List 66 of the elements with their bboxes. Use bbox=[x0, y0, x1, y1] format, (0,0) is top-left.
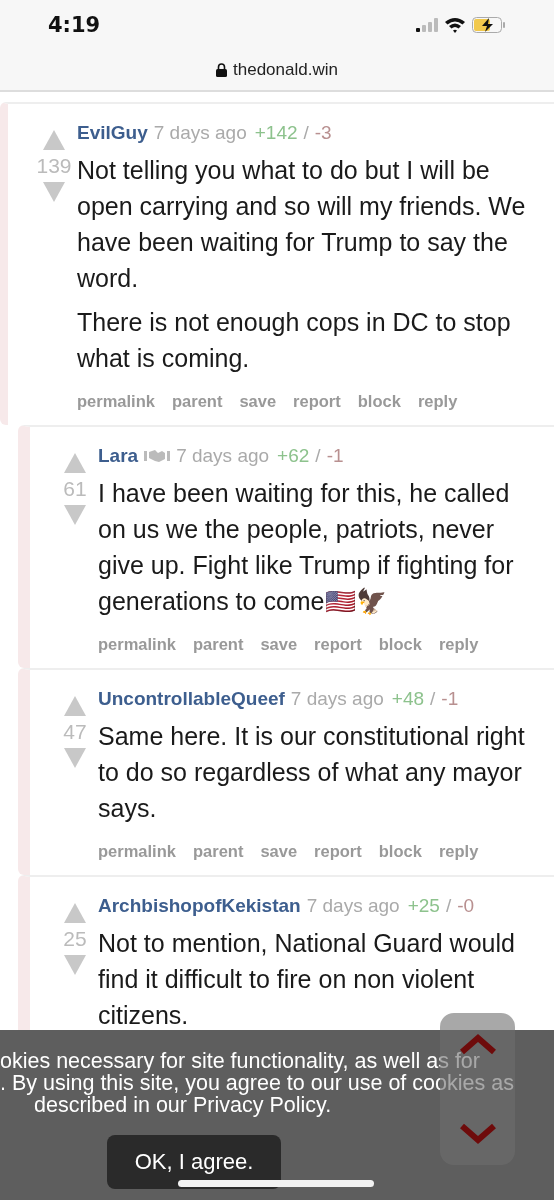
signal-icon bbox=[416, 18, 438, 32]
cookie-notice-text: described in our Privacy Policy. bbox=[34, 1094, 333, 1116]
upvote-arrow-icon[interactable] bbox=[64, 903, 86, 923]
upvote-count: +142 bbox=[254, 122, 298, 144]
downvote-arrow-icon[interactable] bbox=[64, 505, 86, 525]
battery-charging-icon bbox=[472, 17, 506, 33]
downvote-count: -0 bbox=[457, 895, 475, 917]
vote-score: 61 bbox=[63, 477, 87, 501]
comment-text: I have been waiting for this, he called on us we the people, patriots, never give up. Fight like Trump if fighting for generations to come🇺🇸🦅 bbox=[98, 478, 515, 617]
comment-action-link[interactable]: reply bbox=[438, 842, 479, 861]
downvote-count: -3 bbox=[314, 122, 332, 144]
vote-score: 47 bbox=[63, 720, 87, 744]
address-url[interactable]: thedonald.win bbox=[233, 60, 338, 80]
comment-text: Same here. It is our constitutional right to do so regardless of what any mayor says. bbox=[98, 721, 526, 824]
downvote-arrow-icon[interactable] bbox=[64, 748, 86, 768]
slash-separator: / bbox=[315, 445, 321, 467]
cookie-notice-text: . By using this site, you agree to our use of cookies as bbox=[0, 1072, 515, 1094]
comment-action-link[interactable]: permalink bbox=[77, 392, 155, 411]
comment-action-link[interactable]: report bbox=[314, 842, 362, 861]
comment-action-link[interactable]: report bbox=[314, 635, 362, 654]
status-time: 4:19 bbox=[48, 13, 101, 37]
comment-action-link[interactable]: save bbox=[260, 842, 298, 861]
slash-separator: / bbox=[430, 688, 436, 710]
upvote-count: +62 bbox=[277, 445, 310, 467]
comment-action-link[interactable]: save bbox=[260, 635, 298, 654]
downvote-arrow-icon[interactable] bbox=[64, 955, 86, 975]
comment-text: Not to mention, National Guard would find it difficult to fire on non violent citizens. bbox=[98, 928, 516, 1030]
vote-score: 25 bbox=[63, 927, 87, 951]
comment-author[interactable]: EvilGuy bbox=[77, 122, 148, 144]
lock-icon bbox=[216, 63, 228, 77]
cookie-notice-text: okies necessary for site functionality, as well as for bbox=[0, 1050, 481, 1072]
upvote-count: +48 bbox=[391, 688, 425, 710]
downvote-arrow-icon[interactable] bbox=[43, 182, 65, 202]
comment-time: 7 days ago bbox=[306, 895, 400, 917]
slash-separator: / bbox=[445, 895, 452, 917]
comment-action-link[interactable]: permalink bbox=[98, 842, 176, 861]
comment-action-link[interactable]: parent bbox=[192, 635, 244, 654]
comment-action-link[interactable]: block bbox=[378, 842, 422, 861]
slash-separator: / bbox=[303, 122, 309, 144]
comment-author[interactable]: Lara bbox=[98, 445, 139, 467]
comment-time: 7 days ago bbox=[153, 122, 247, 144]
upvote-arrow-icon[interactable] bbox=[64, 696, 86, 716]
upvote-arrow-icon[interactable] bbox=[64, 453, 86, 473]
comment-action-link[interactable]: block bbox=[378, 635, 422, 654]
comment-text: There is not enough cops in DC to stop what is coming. bbox=[77, 307, 512, 374]
downvote-count: -1 bbox=[326, 445, 344, 467]
comment-action-link[interactable]: parent bbox=[192, 842, 244, 861]
comment-action-link[interactable]: reply bbox=[417, 392, 458, 411]
comment-time: 7 days ago bbox=[176, 445, 270, 467]
comment-action-link[interactable]: save bbox=[239, 392, 277, 411]
scroll-down-chevron-icon[interactable] bbox=[457, 1123, 498, 1145]
comment-author[interactable]: UncontrollableQueef bbox=[98, 688, 285, 710]
comment-text: Not telling you what to do but I will be open carrying and so will my friends. We have been waiting for Trump to say the word. bbox=[77, 155, 527, 294]
upvote-count: +25 bbox=[407, 895, 440, 917]
comment-action-link[interactable]: parent bbox=[171, 392, 223, 411]
agree-button[interactable]: OK, I agree. bbox=[107, 1135, 281, 1189]
comment-time: 7 days ago bbox=[290, 688, 384, 710]
comment-action-link[interactable]: block bbox=[357, 392, 401, 411]
comment-action-link[interactable]: permalink bbox=[98, 635, 176, 654]
comment-author[interactable]: ArchbishopofKekistan bbox=[98, 895, 301, 917]
comment-action-link[interactable]: report bbox=[293, 392, 341, 411]
comment-action-link[interactable]: reply bbox=[438, 635, 479, 654]
downvote-count: -1 bbox=[441, 688, 459, 710]
vote-score: 139 bbox=[36, 154, 72, 178]
wifi-icon bbox=[444, 17, 466, 33]
upvote-arrow-icon[interactable] bbox=[43, 130, 65, 150]
